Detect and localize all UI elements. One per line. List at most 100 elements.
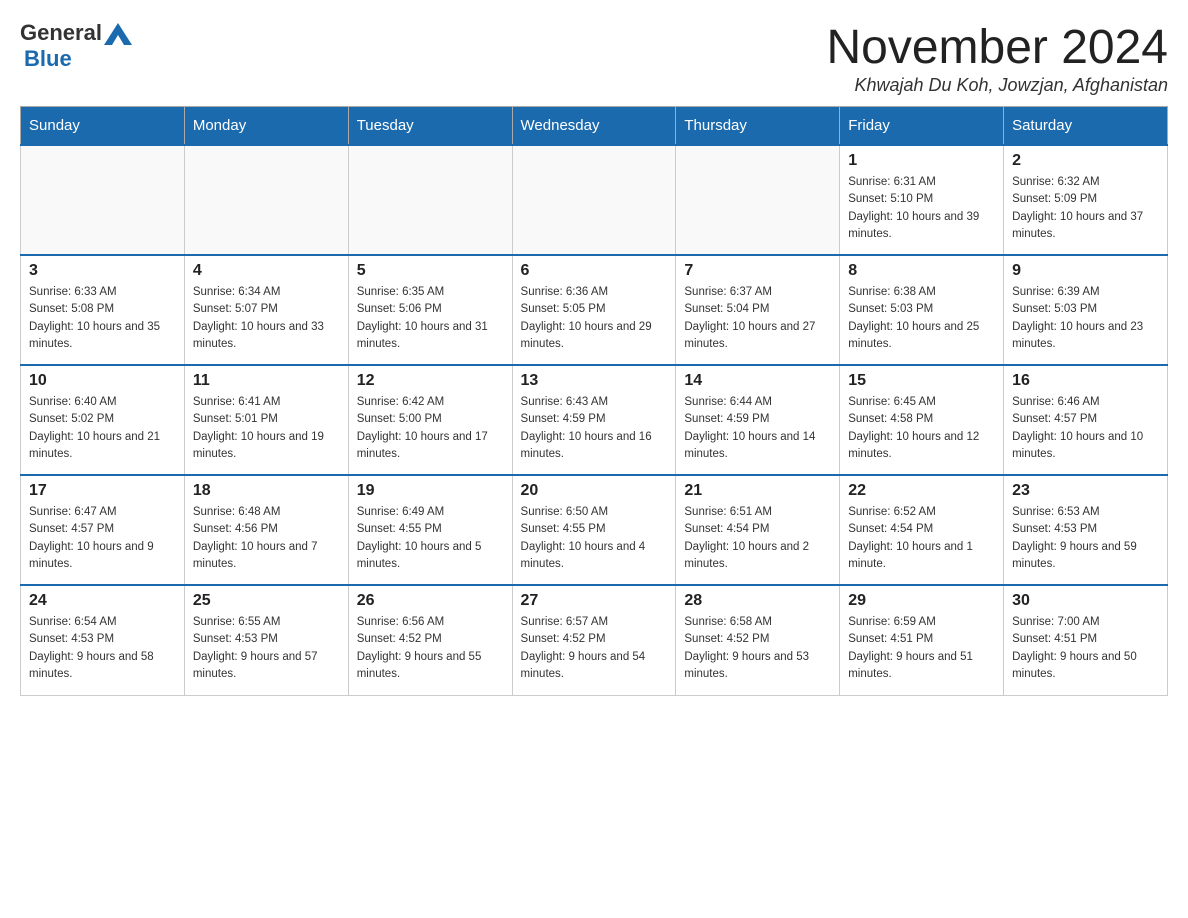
calendar-cell: 6 Sunrise: 6:36 AMSunset: 5:05 PMDaylight… bbox=[512, 255, 676, 365]
calendar-cell: 25 Sunrise: 6:55 AMSunset: 4:53 PMDayligh… bbox=[184, 585, 348, 695]
day-number: 4 bbox=[193, 262, 340, 280]
calendar-cell: 18 Sunrise: 6:48 AMSunset: 4:56 PMDayligh… bbox=[184, 475, 348, 585]
calendar-cell: 11Sunrise: 6:41 AMSunset: 5:01 PMDayligh… bbox=[184, 365, 348, 475]
day-info: Sunrise: 6:32 AMSunset: 5:09 PMDaylight:… bbox=[1012, 174, 1159, 243]
week-row-5: 24 Sunrise: 6:54 AMSunset: 4:53 PMDayligh… bbox=[21, 585, 1168, 695]
day-number: 30 bbox=[1012, 592, 1159, 610]
day-number: 25 bbox=[193, 592, 340, 610]
calendar-cell: 20Sunrise: 6:50 AMSunset: 4:55 PMDayligh… bbox=[512, 475, 676, 585]
calendar-cell bbox=[184, 145, 348, 255]
calendar-cell: 19 Sunrise: 6:49 AMSunset: 4:55 PMDayligh… bbox=[348, 475, 512, 585]
day-number: 7 bbox=[684, 262, 831, 280]
logo-general: General bbox=[20, 20, 102, 46]
day-number: 27 bbox=[521, 592, 668, 610]
day-info: Sunrise: 6:56 AMSunset: 4:52 PMDaylight:… bbox=[357, 614, 504, 683]
week-row-4: 17 Sunrise: 6:47 AMSunset: 4:57 PMDayligh… bbox=[21, 475, 1168, 585]
day-number: 10 bbox=[29, 372, 176, 390]
calendar-cell bbox=[21, 145, 185, 255]
col-thursday: Thursday bbox=[676, 107, 840, 146]
week-row-2: 3 Sunrise: 6:33 AMSunset: 5:08 PMDaylight… bbox=[21, 255, 1168, 365]
day-info: Sunrise: 6:43 AMSunset: 4:59 PMDaylight:… bbox=[521, 394, 668, 463]
calendar-cell: 28 Sunrise: 6:58 AMSunset: 4:52 PMDayligh… bbox=[676, 585, 840, 695]
day-number: 22 bbox=[848, 482, 995, 500]
calendar-cell: 15 Sunrise: 6:45 AMSunset: 4:58 PMDayligh… bbox=[840, 365, 1004, 475]
calendar-cell: 24 Sunrise: 6:54 AMSunset: 4:53 PMDayligh… bbox=[21, 585, 185, 695]
day-info: Sunrise: 6:44 AMSunset: 4:59 PMDaylight:… bbox=[684, 394, 831, 463]
day-number: 2 bbox=[1012, 152, 1159, 170]
day-number: 19 bbox=[357, 482, 504, 500]
calendar-cell: 27 Sunrise: 6:57 AMSunset: 4:52 PMDayligh… bbox=[512, 585, 676, 695]
col-saturday: Saturday bbox=[1004, 107, 1168, 146]
day-info: Sunrise: 6:45 AMSunset: 4:58 PMDaylight:… bbox=[848, 394, 995, 463]
day-info: Sunrise: 6:35 AMSunset: 5:06 PMDaylight:… bbox=[357, 284, 504, 353]
calendar-cell bbox=[348, 145, 512, 255]
calendar-cell: 4 Sunrise: 6:34 AMSunset: 5:07 PMDaylight… bbox=[184, 255, 348, 365]
day-info: Sunrise: 6:55 AMSunset: 4:53 PMDaylight:… bbox=[193, 614, 340, 683]
week-row-3: 10Sunrise: 6:40 AMSunset: 5:02 PMDayligh… bbox=[21, 365, 1168, 475]
day-number: 23 bbox=[1012, 482, 1159, 500]
day-number: 6 bbox=[521, 262, 668, 280]
day-info: Sunrise: 6:52 AMSunset: 4:54 PMDaylight:… bbox=[848, 504, 995, 573]
month-title: November 2024 bbox=[826, 20, 1168, 75]
calendar-cell: 10Sunrise: 6:40 AMSunset: 5:02 PMDayligh… bbox=[21, 365, 185, 475]
calendar-cell: 23 Sunrise: 6:53 AMSunset: 4:53 PMDayligh… bbox=[1004, 475, 1168, 585]
day-info: Sunrise: 6:58 AMSunset: 4:52 PMDaylight:… bbox=[684, 614, 831, 683]
calendar-cell: 7Sunrise: 6:37 AMSunset: 5:04 PMDaylight… bbox=[676, 255, 840, 365]
day-number: 13 bbox=[521, 372, 668, 390]
day-number: 8 bbox=[848, 262, 995, 280]
day-info: Sunrise: 6:47 AMSunset: 4:57 PMDaylight:… bbox=[29, 504, 176, 573]
col-monday: Monday bbox=[184, 107, 348, 146]
day-info: Sunrise: 6:54 AMSunset: 4:53 PMDaylight:… bbox=[29, 614, 176, 683]
calendar-cell: 29Sunrise: 6:59 AMSunset: 4:51 PMDayligh… bbox=[840, 585, 1004, 695]
day-info: Sunrise: 6:39 AMSunset: 5:03 PMDaylight:… bbox=[1012, 284, 1159, 353]
day-info: Sunrise: 6:34 AMSunset: 5:07 PMDaylight:… bbox=[193, 284, 340, 353]
day-number: 11 bbox=[193, 372, 340, 390]
day-number: 29 bbox=[848, 592, 995, 610]
day-info: Sunrise: 6:51 AMSunset: 4:54 PMDaylight:… bbox=[684, 504, 831, 573]
calendar-cell: 3 Sunrise: 6:33 AMSunset: 5:08 PMDaylight… bbox=[21, 255, 185, 365]
calendar-cell: 16Sunrise: 6:46 AMSunset: 4:57 PMDayligh… bbox=[1004, 365, 1168, 475]
title-section: November 2024 Khwajah Du Koh, Jowzjan, A… bbox=[826, 20, 1168, 96]
calendar-cell: 12 Sunrise: 6:42 AMSunset: 5:00 PMDayligh… bbox=[348, 365, 512, 475]
calendar-cell: 17 Sunrise: 6:47 AMSunset: 4:57 PMDayligh… bbox=[21, 475, 185, 585]
day-info: Sunrise: 6:48 AMSunset: 4:56 PMDaylight:… bbox=[193, 504, 340, 573]
day-number: 9 bbox=[1012, 262, 1159, 280]
day-number: 5 bbox=[357, 262, 504, 280]
day-info: Sunrise: 6:57 AMSunset: 4:52 PMDaylight:… bbox=[521, 614, 668, 683]
day-number: 17 bbox=[29, 482, 176, 500]
col-tuesday: Tuesday bbox=[348, 107, 512, 146]
day-number: 28 bbox=[684, 592, 831, 610]
calendar-cell: 9 Sunrise: 6:39 AMSunset: 5:03 PMDaylight… bbox=[1004, 255, 1168, 365]
calendar-cell: 2 Sunrise: 6:32 AMSunset: 5:09 PMDaylight… bbox=[1004, 145, 1168, 255]
day-number: 18 bbox=[193, 482, 340, 500]
day-info: Sunrise: 6:33 AMSunset: 5:08 PMDaylight:… bbox=[29, 284, 176, 353]
col-friday: Friday bbox=[840, 107, 1004, 146]
day-info: Sunrise: 6:42 AMSunset: 5:00 PMDaylight:… bbox=[357, 394, 504, 463]
day-number: 3 bbox=[29, 262, 176, 280]
day-info: Sunrise: 6:36 AMSunset: 5:05 PMDaylight:… bbox=[521, 284, 668, 353]
calendar-cell: 22 Sunrise: 6:52 AMSunset: 4:54 PMDayligh… bbox=[840, 475, 1004, 585]
day-number: 24 bbox=[29, 592, 176, 610]
calendar-header-row: Sunday Monday Tuesday Wednesday Thursday… bbox=[21, 107, 1168, 146]
calendar-cell: 30Sunrise: 7:00 AMSunset: 4:51 PMDayligh… bbox=[1004, 585, 1168, 695]
day-info: Sunrise: 6:46 AMSunset: 4:57 PMDaylight:… bbox=[1012, 394, 1159, 463]
day-info: Sunrise: 6:53 AMSunset: 4:53 PMDaylight:… bbox=[1012, 504, 1159, 573]
day-number: 12 bbox=[357, 372, 504, 390]
calendar-cell: 21 Sunrise: 6:51 AMSunset: 4:54 PMDayligh… bbox=[676, 475, 840, 585]
page-header: General Blue November 2024 Khwajah Du Ko… bbox=[20, 20, 1168, 96]
day-number: 15 bbox=[848, 372, 995, 390]
day-number: 21 bbox=[684, 482, 831, 500]
location: Khwajah Du Koh, Jowzjan, Afghanistan bbox=[826, 75, 1168, 96]
day-info: Sunrise: 6:50 AMSunset: 4:55 PMDaylight:… bbox=[521, 504, 668, 573]
calendar-cell bbox=[676, 145, 840, 255]
day-number: 1 bbox=[848, 152, 995, 170]
calendar-table: Sunday Monday Tuesday Wednesday Thursday… bbox=[20, 106, 1168, 696]
calendar-cell: 26Sunrise: 6:56 AMSunset: 4:52 PMDayligh… bbox=[348, 585, 512, 695]
day-info: Sunrise: 6:38 AMSunset: 5:03 PMDaylight:… bbox=[848, 284, 995, 353]
logo-blue: Blue bbox=[24, 46, 72, 72]
col-wednesday: Wednesday bbox=[512, 107, 676, 146]
day-number: 14 bbox=[684, 372, 831, 390]
day-info: Sunrise: 6:49 AMSunset: 4:55 PMDaylight:… bbox=[357, 504, 504, 573]
logo-triangle-icon bbox=[104, 23, 132, 45]
calendar-cell: 1Sunrise: 6:31 AMSunset: 5:10 PMDaylight… bbox=[840, 145, 1004, 255]
